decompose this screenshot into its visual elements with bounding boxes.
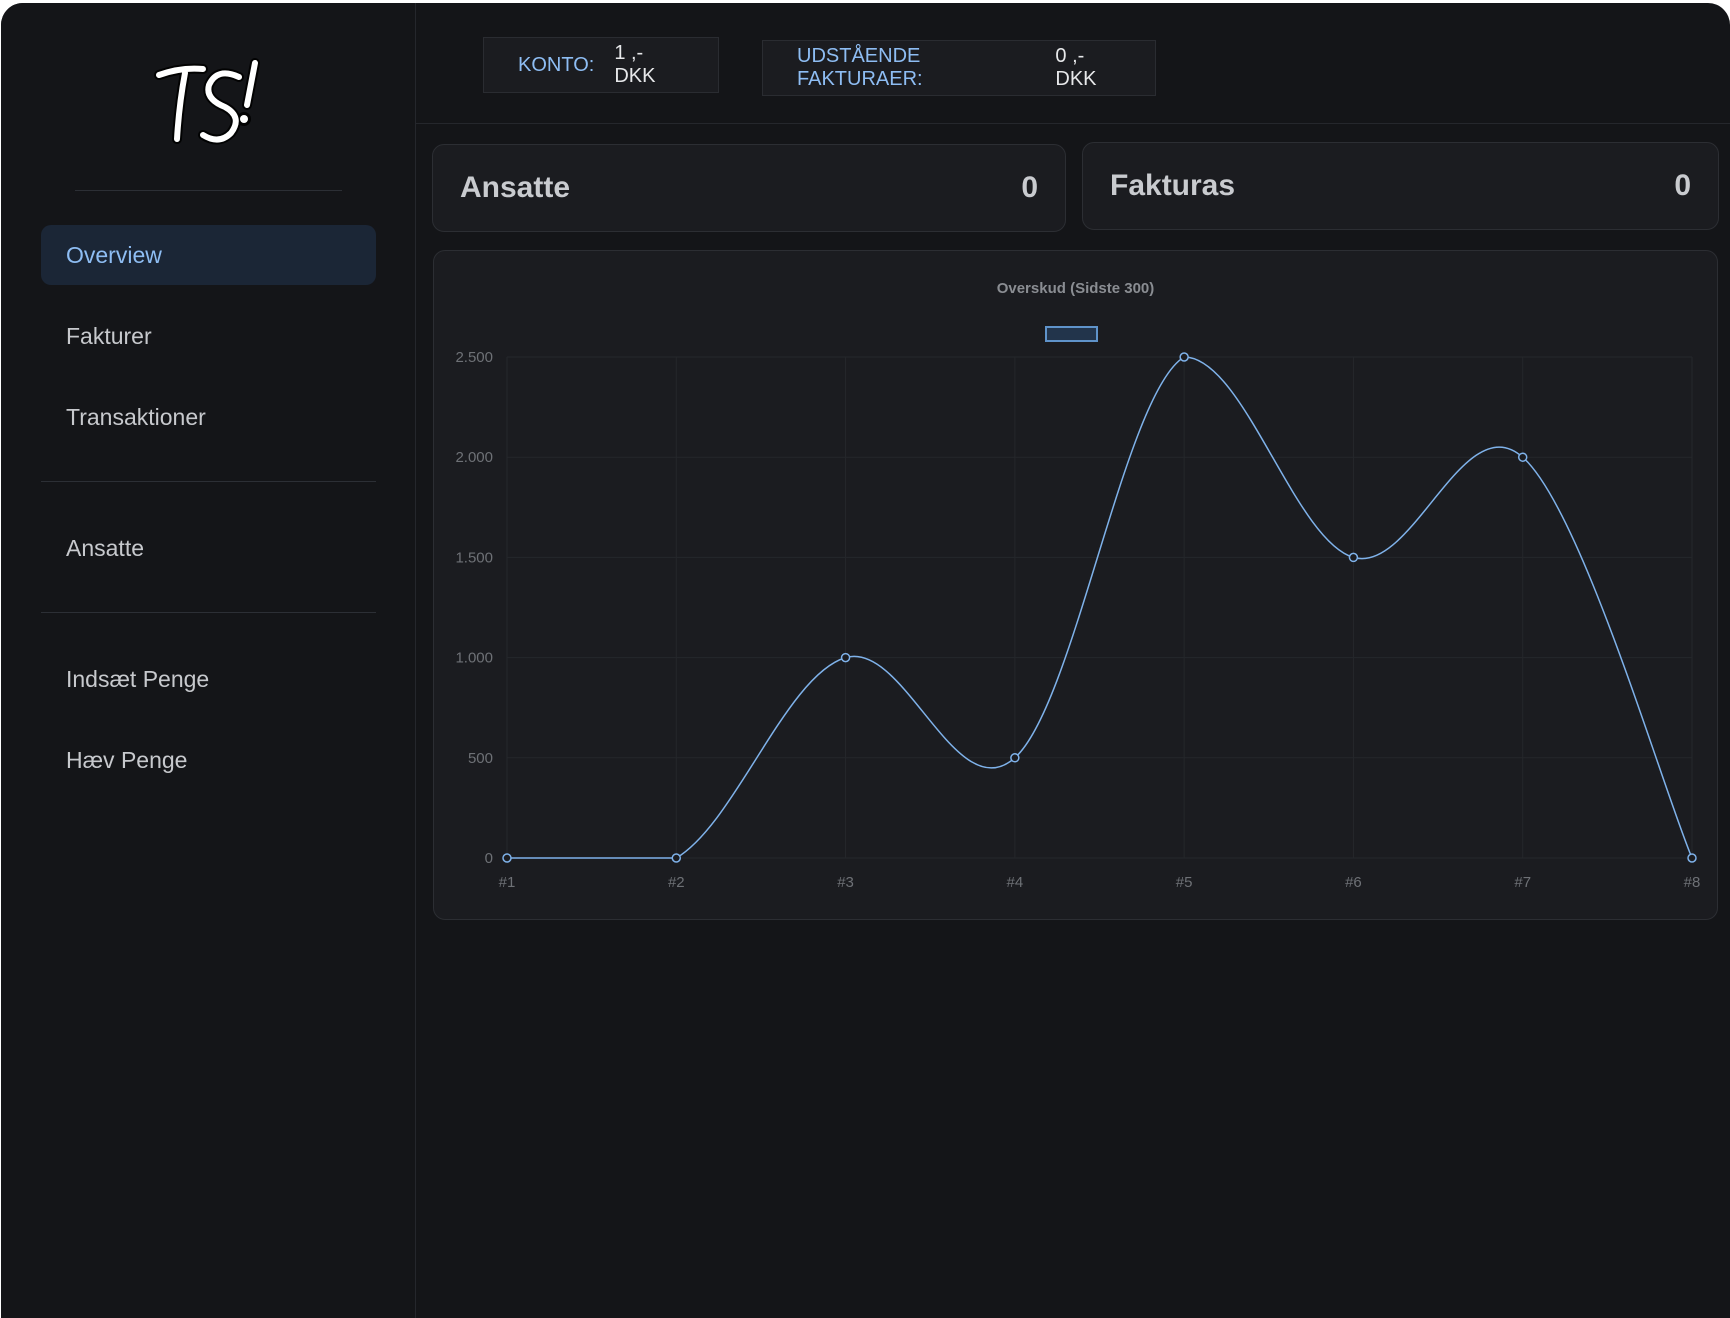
outstanding-label: UDSTÅENDE FAKTURAER: bbox=[797, 45, 923, 90]
data-point bbox=[1010, 753, 1020, 763]
y-tick-label: 1.000 bbox=[455, 650, 493, 667]
data-point bbox=[502, 853, 512, 863]
sidebar-item-transaktioner[interactable]: Transaktioner bbox=[41, 387, 376, 447]
sidebar-item-indsaet-penge[interactable]: Indsæt Penge bbox=[41, 649, 376, 709]
outstanding-value: 0 ,-DKK bbox=[1055, 45, 1097, 90]
sidebar-item-ansatte[interactable]: Ansatte bbox=[41, 518, 376, 578]
logo-divider bbox=[75, 190, 342, 191]
top-header: KONTO: 1 ,-DKK UDSTÅENDE FAKTURAER: 0 ,-… bbox=[416, 3, 1730, 124]
invoices-count: 0 bbox=[1674, 169, 1691, 202]
account-balance: KONTO: 1 ,-DKK bbox=[483, 37, 719, 93]
y-tick-label: 0 bbox=[485, 850, 493, 867]
profit-line-chart: 0 500 1.000 1.500 2.000 2.500 #1 #2 #3 #4 #5 #6 #7 #8 bbox=[455, 349, 1701, 891]
y-tick-label: 1.500 bbox=[455, 549, 493, 566]
y-tick-label: 2.000 bbox=[455, 449, 493, 466]
x-tick-label: #3 bbox=[837, 874, 854, 891]
x-tick-label: #4 bbox=[1007, 874, 1024, 891]
x-tick-label: #6 bbox=[1345, 874, 1362, 891]
sidebar-item-overview[interactable]: Overview bbox=[41, 225, 376, 285]
sidebar-item-haev-penge[interactable]: Hæv Penge bbox=[41, 730, 376, 790]
profit-chart-card: Overskud (Sidste 300) 0 500 1.000 1.500 2.00… bbox=[433, 250, 1718, 920]
account-label: KONTO: bbox=[518, 53, 595, 76]
x-tick-label: #1 bbox=[499, 874, 516, 891]
y-tick-label: 2.500 bbox=[455, 349, 493, 366]
x-tick-label: #8 bbox=[1684, 874, 1701, 891]
employees-label: Ansatte bbox=[460, 171, 571, 204]
data-point bbox=[1348, 552, 1359, 563]
x-tick-label: #5 bbox=[1176, 874, 1193, 891]
y-tick-label: 500 bbox=[468, 750, 493, 767]
app-window: Overview Fakturer Transaktioner Ansatte … bbox=[1, 3, 1730, 1318]
data-point bbox=[671, 853, 682, 863]
x-tick-label: #2 bbox=[668, 874, 685, 891]
series-line bbox=[506, 356, 1693, 859]
invoices-label: Fakturas bbox=[1110, 169, 1236, 202]
data-point bbox=[1687, 853, 1697, 863]
employees-card: Ansatte 0 bbox=[432, 144, 1066, 232]
data-point bbox=[1179, 352, 1189, 362]
data-point bbox=[1517, 452, 1528, 462]
sidebar-item-fakturer[interactable]: Fakturer bbox=[41, 306, 376, 366]
data-point bbox=[840, 652, 851, 663]
nav-divider bbox=[41, 481, 376, 482]
invoices-card: Fakturas 0 bbox=[1082, 142, 1719, 230]
employees-count: 0 bbox=[1021, 171, 1038, 204]
x-tick-label: #7 bbox=[1514, 874, 1531, 891]
nav-divider bbox=[41, 612, 376, 613]
ts-logo bbox=[154, 58, 260, 145]
sidebar: Overview Fakturer Transaktioner Ansatte … bbox=[1, 3, 416, 1318]
outstanding-invoices: UDSTÅENDE FAKTURAER: 0 ,-DKK bbox=[762, 40, 1156, 96]
account-value: 1 ,-DKK bbox=[614, 42, 656, 87]
